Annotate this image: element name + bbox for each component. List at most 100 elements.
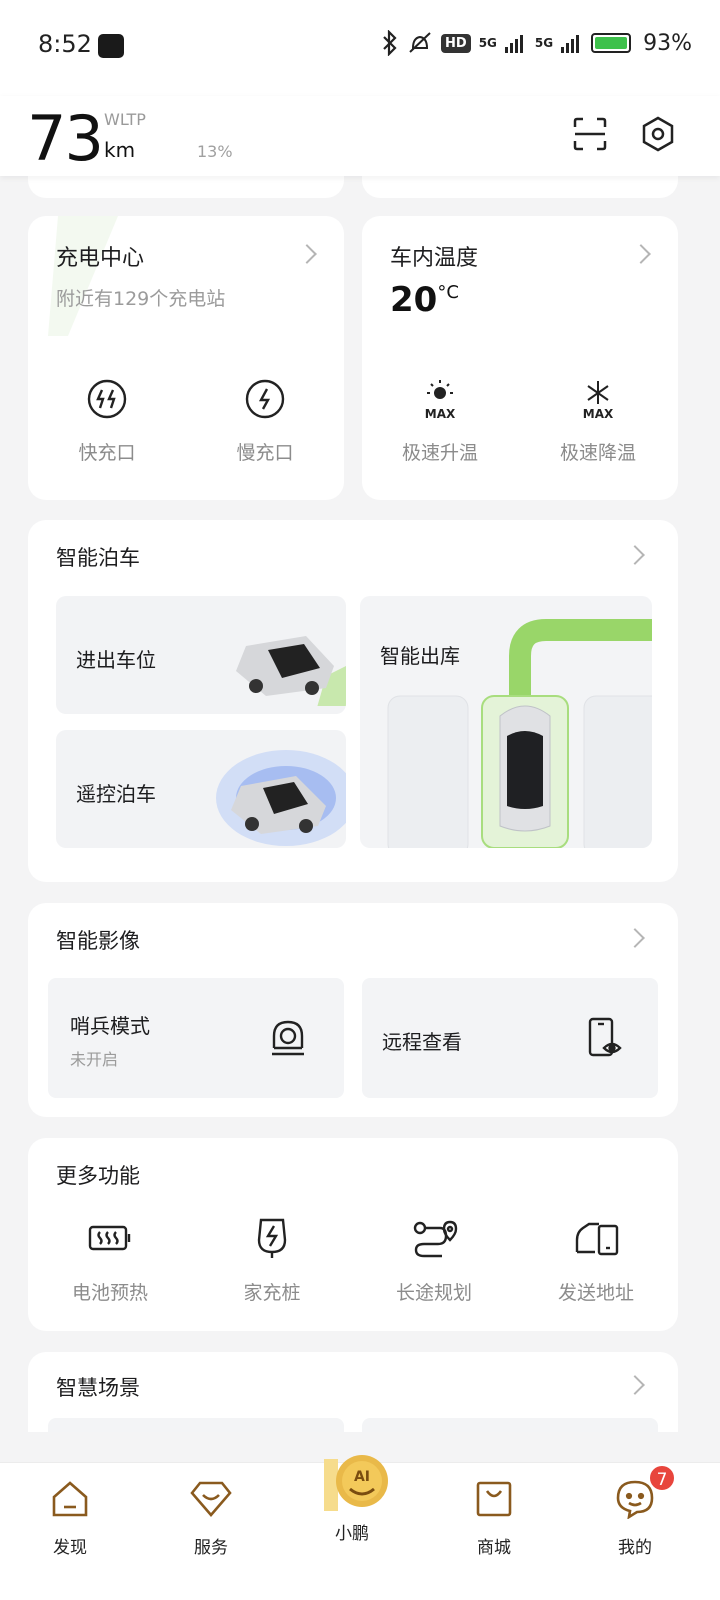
trip-planning-button[interactable]	[412, 1216, 458, 1260]
max-heat-label: 极速升温	[401, 442, 478, 464]
sentry-mode-status: 未开启	[70, 1050, 119, 1069]
smart-scenes-card[interactable]: 智慧场景	[28, 1352, 678, 1432]
ai-assistant-icon: AI	[324, 1455, 388, 1511]
send-to-car-icon	[575, 1222, 619, 1256]
charging-title: 充电中心	[56, 246, 145, 271]
camera-title: 智能影像	[56, 929, 140, 953]
scenes-title: 智慧场景	[56, 1376, 140, 1400]
remote-park-tile[interactable]: 遥控泊车	[56, 730, 346, 848]
max-cool-label: 极速降温	[559, 442, 636, 464]
partial-card-right	[362, 176, 678, 198]
camera-chevron-icon[interactable]	[625, 928, 645, 948]
service-heart-icon	[190, 1481, 232, 1517]
status-time: 8:52	[38, 30, 92, 58]
range-value: 73	[27, 102, 104, 175]
smart-parking-card: 智能泊车 进出车位 遥控泊车 智能出库	[28, 520, 678, 882]
remote-park-label: 遥控泊车	[76, 782, 156, 806]
sentry-camera-icon	[272, 1020, 304, 1056]
tab-discover-label: 发现	[53, 1538, 87, 1558]
slow-charge-icon	[245, 379, 285, 419]
charging-subtitle: 附近有129个充电站	[56, 288, 226, 310]
status-bar: 8:52 HD 5G 5G 93%	[0, 0, 720, 96]
temperature-value: 20	[390, 280, 438, 320]
hd-icon: HD	[441, 33, 471, 53]
tab-xpeng-ai[interactable]: AI 小鹏	[302, 1453, 402, 1544]
settings-button[interactable]	[638, 114, 678, 154]
range-unit: km	[104, 138, 136, 162]
fast-charge-icon	[87, 379, 127, 419]
range-standard: WLTP	[104, 110, 146, 129]
net-5g-1: 5G	[478, 36, 497, 50]
remote-view-tile[interactable]: 远程查看	[362, 978, 658, 1098]
app-notification-icon	[98, 34, 124, 58]
tab-mall-label: 商城	[477, 1538, 511, 1558]
scene-tile-1	[48, 1418, 344, 1432]
tab-service-label: 服务	[194, 1538, 228, 1558]
battery-soc: 13%	[197, 142, 233, 161]
notification-badge: 7	[648, 1464, 676, 1492]
net-5g-2: 5G	[534, 36, 554, 50]
home-icon	[52, 1481, 88, 1517]
trip-planning-label: 长途规划	[395, 1282, 472, 1304]
more-title: 更多功能	[56, 1164, 140, 1188]
car-remote-image	[216, 750, 346, 846]
tab-me[interactable]: 我的	[585, 1477, 685, 1567]
max-heat-icon: MAX	[425, 380, 456, 421]
ai-text: AI	[354, 1469, 370, 1485]
mute-icon	[409, 32, 431, 53]
scan-button[interactable]	[570, 114, 610, 154]
slow-charge-button[interactable]	[244, 378, 286, 420]
max-cool-text: MAX	[583, 407, 614, 421]
sentry-mode-tile[interactable]: 哨兵模式 未开启	[48, 978, 344, 1098]
parking-chevron-icon[interactable]	[625, 545, 645, 565]
tab-mall[interactable]: 商城	[444, 1477, 544, 1567]
fast-charge-label: 快充口	[78, 442, 136, 464]
bluetooth-icon	[383, 30, 397, 56]
car-image	[236, 636, 346, 706]
battery-percent: 93%	[643, 30, 692, 56]
home-charger-button[interactable]	[250, 1216, 294, 1260]
climate-title: 车内温度	[390, 246, 479, 271]
vehicle-header: 73 WLTP km 13%	[0, 96, 720, 176]
max-cool-button[interactable]: MAX	[576, 378, 620, 422]
signal-icon-2	[561, 35, 580, 53]
send-address-label: 发送地址	[557, 1282, 634, 1304]
battery-preheat-label: 电池预热	[71, 1282, 148, 1304]
fast-charge-button[interactable]	[86, 378, 128, 420]
battery-preheat-button[interactable]	[88, 1220, 132, 1256]
send-address-button[interactable]	[574, 1216, 620, 1260]
park-in-out-tile[interactable]: 进出车位	[56, 596, 346, 714]
home-charger-icon	[257, 1218, 287, 1258]
scan-icon	[573, 117, 607, 151]
climate-card[interactable]: 车内温度 MAX 极速升温 MAX 极速降温	[362, 216, 678, 500]
remote-view-icon	[588, 1017, 622, 1057]
smart-camera-card: 智能影像 哨兵模式 未开启 远程查看	[28, 903, 678, 1117]
battery-heat-icon	[88, 1225, 131, 1251]
tab-me-label: 我的	[618, 1538, 652, 1558]
battery-icon	[591, 33, 632, 53]
tab-discover[interactable]: 发现	[20, 1477, 120, 1567]
more-features-card: 更多功能 电池预热 家充桩 长途规划 发送地址	[28, 1138, 678, 1331]
scenes-chevron-icon	[625, 1375, 645, 1395]
parking-title: 智能泊车	[56, 546, 140, 570]
tab-xpeng-label: 小鹏	[335, 1524, 369, 1544]
signal-icon-1	[504, 35, 523, 53]
max-heat-text: MAX	[425, 407, 456, 421]
status-icons: HD 5G 5G 93%	[381, 30, 692, 56]
sentry-mode-label: 哨兵模式	[70, 1014, 150, 1038]
smart-exit-image	[387, 619, 652, 848]
max-cool-icon: MAX	[583, 381, 614, 421]
charging-center-card[interactable]: 充电中心 附近有129个充电站 快充口 慢充口	[28, 216, 344, 500]
cabin-temperature: 20°C	[390, 280, 459, 320]
smart-exit-tile[interactable]: 智能出库	[360, 596, 652, 848]
climate-chevron-icon	[631, 244, 651, 264]
shopping-bag-icon	[476, 1481, 512, 1517]
temperature-unit: °C	[437, 282, 459, 303]
slow-charge-label: 慢充口	[236, 442, 294, 464]
home-charger-label: 家充桩	[243, 1282, 301, 1304]
scene-tile-2	[362, 1418, 658, 1432]
bottom-tab-bar: 发现 服务 AI 小鹏 商城 我的	[0, 1455, 720, 1600]
max-heat-button[interactable]: MAX	[418, 378, 462, 422]
tab-service[interactable]: 服务	[161, 1477, 261, 1567]
remote-view-label: 远程查看	[382, 1030, 462, 1054]
